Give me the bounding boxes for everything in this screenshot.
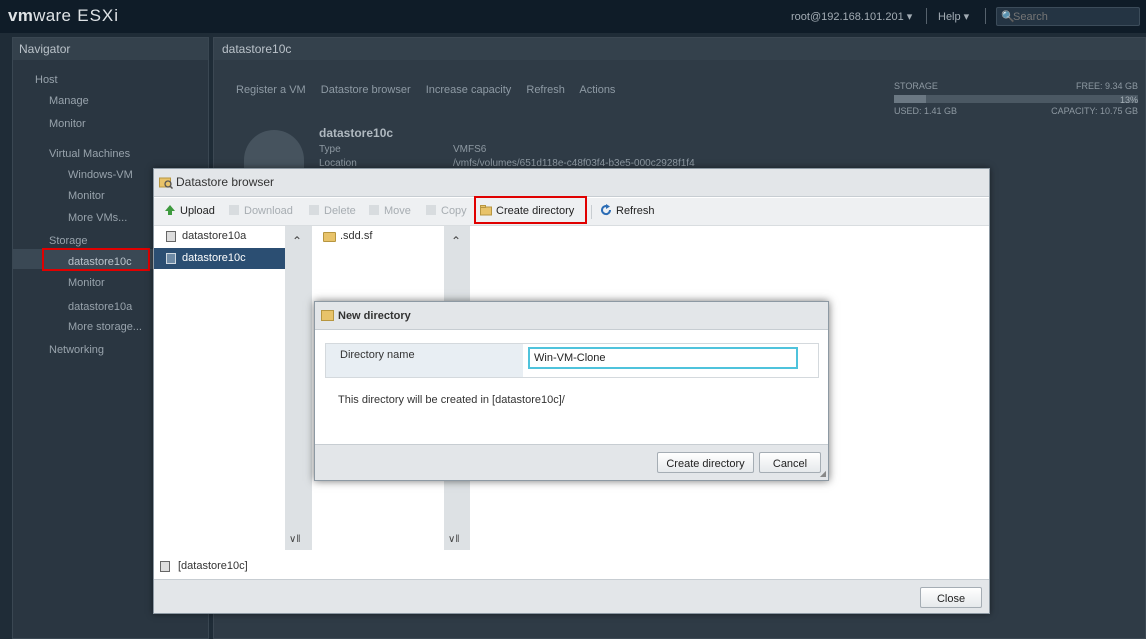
main-toolbar: Register a VM Datastore browser Increase… [236, 84, 627, 96]
increase-capacity-button[interactable]: Increase capacity [426, 84, 512, 96]
divider [926, 8, 927, 24]
actions-button[interactable]: Actions [579, 84, 615, 96]
directory-name-input[interactable] [528, 347, 798, 369]
scroll-handle-icon[interactable]: ∨‖ [448, 534, 459, 545]
search-box[interactable]: 🔍 [996, 7, 1140, 26]
divider [985, 8, 986, 24]
delete-button[interactable]: Delete [308, 204, 356, 217]
datastore-item-datastore10a[interactable]: datastore10a [154, 226, 285, 247]
nav-more-storage[interactable]: More storage... [68, 321, 142, 333]
resize-grip-icon[interactable]: ◢ [820, 469, 826, 478]
nav-networking[interactable]: Networking [49, 344, 104, 356]
search-input[interactable] [1013, 9, 1137, 24]
datastore-type-label: Type [319, 144, 341, 155]
highlight-box-create-directory [474, 196, 587, 224]
chevron-up-icon[interactable]: ⌃ [451, 234, 461, 248]
nav-vm-monitor[interactable]: Monitor [68, 190, 105, 202]
nav-storage[interactable]: Storage [49, 235, 88, 247]
cancel-button[interactable]: Cancel [759, 452, 821, 473]
move-button[interactable]: Move [368, 204, 411, 217]
download-button[interactable]: Download [228, 204, 293, 217]
download-icon [229, 205, 239, 215]
storage-bar-fill [894, 95, 926, 103]
new-directory-footer: Create directory Cancel ◢ [315, 444, 828, 480]
storage-bar [894, 95, 1138, 103]
refresh-icon [601, 204, 612, 216]
nav-host-monitor[interactable]: Monitor [49, 118, 86, 130]
current-path: [datastore10c] [154, 557, 989, 577]
datastore-item-datastore10c[interactable]: datastore10c [154, 248, 285, 269]
storage-label: STORAGE [894, 81, 938, 91]
help-menu[interactable]: Help ▾ [938, 10, 969, 23]
datastore-name: datastore10c [319, 126, 394, 140]
storage-free: FREE: 9.34 GB [1075, 81, 1138, 91]
new-directory-dialog: New directory Directory name This direct… [314, 301, 829, 481]
copy-icon [426, 205, 436, 215]
vmware-esxi-logo[interactable]: vmware ESXi [8, 6, 119, 26]
storage-percent: 13% [1119, 95, 1138, 105]
register-vm-button[interactable]: Register a VM [236, 84, 306, 96]
user-menu[interactable]: root@192.168.101.201 ▾ [791, 10, 912, 23]
datastore-browser-toolbar: Upload Download Delete Move Copy Create … [154, 196, 989, 226]
storage-used: USED: 1.41 GB [894, 106, 958, 116]
top-bar: vmware ESXi root@192.168.101.201 ▾ Help ▾… [0, 0, 1146, 33]
datastore-browser-button[interactable]: Datastore browser [321, 84, 411, 96]
datastore-type: VMFS6 [453, 144, 487, 155]
datastore-browser-footer: Close [154, 579, 989, 613]
directory-location-info: This directory will be created in [datas… [338, 394, 565, 406]
scroll-handle-icon[interactable]: ∨‖ [289, 534, 300, 545]
folder-icon [321, 310, 334, 321]
create-directory-confirm-button[interactable]: Create directory [657, 452, 754, 473]
close-button[interactable]: Close [920, 587, 982, 608]
file-item[interactable]: .sdd.sf [312, 226, 444, 247]
nav-windows-vm[interactable]: Windows-VM [68, 169, 133, 181]
new-directory-title: New directory [338, 310, 411, 322]
directory-name-label: Directory name [326, 344, 523, 377]
datastore-list: datastore10a datastore10c [154, 226, 285, 550]
folder-icon [323, 232, 336, 242]
refresh-button[interactable]: Refresh [526, 84, 565, 96]
delete-icon [309, 205, 319, 215]
nav-more-vms[interactable]: More VMs... [68, 212, 127, 224]
toolbar-divider [591, 205, 592, 219]
nav-datastore10a[interactable]: datastore10a [68, 301, 132, 313]
move-icon [369, 205, 379, 215]
datastore-browser-title: Datastore browser [176, 175, 275, 189]
storage-capacity: CAPACITY: 10.75 GB [1051, 106, 1138, 116]
datastore-browser-title-bar: Datastore browser [154, 169, 989, 197]
highlight-box-datastore10c [42, 248, 150, 271]
datastore-large-icon [244, 130, 304, 170]
copy-button[interactable]: Copy [425, 204, 467, 217]
navigator-title: Navigator [13, 38, 208, 60]
chevron-up-icon[interactable]: ⌃ [292, 234, 302, 248]
datastore-icon [166, 253, 176, 264]
upload-icon [165, 205, 175, 215]
nav-host[interactable]: Host [35, 74, 58, 86]
datastore-icon [166, 231, 176, 242]
datastore-icon [160, 561, 170, 572]
refresh-button[interactable]: Refresh [600, 204, 655, 217]
datastore-browser-icon [159, 177, 173, 189]
nav-datastore-monitor[interactable]: Monitor [68, 277, 105, 289]
main-title: datastore10c [214, 38, 1145, 60]
directory-name-row: Directory name [325, 343, 819, 378]
datastore-list-scrollbar[interactable]: ⌃ ∨‖ [285, 226, 312, 550]
nav-virtual-machines[interactable]: Virtual Machines [49, 148, 130, 160]
nav-host-manage[interactable]: Manage [49, 95, 89, 107]
upload-button[interactable]: Upload [164, 204, 215, 217]
new-directory-title-bar: New directory [315, 302, 828, 330]
